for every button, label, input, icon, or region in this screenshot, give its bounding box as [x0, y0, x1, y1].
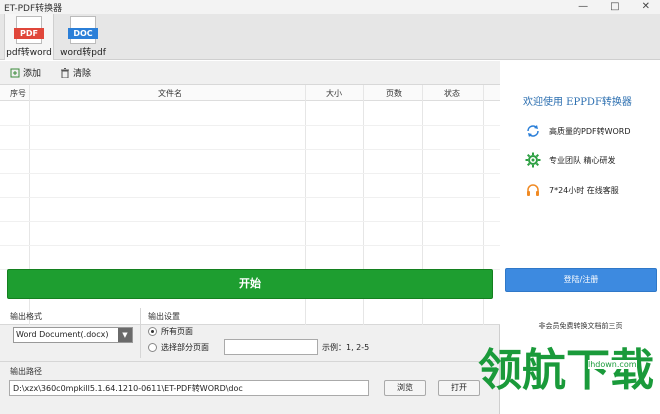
column-header-pages[interactable]: 页数: [386, 88, 402, 99]
row-line: [0, 125, 500, 126]
feature-text: 专业团队 精心研发: [549, 155, 616, 165]
clear-label: 清除: [73, 69, 92, 79]
column-header-filename[interactable]: 文件名: [158, 88, 182, 99]
maximize-button[interactable]: □: [610, 0, 619, 14]
ribbon: PDF pdf转word DOC word转pdf: [0, 14, 660, 60]
section-divider: [0, 361, 500, 362]
welcome-text: 欢迎使用 EPPDF转换器: [523, 97, 632, 108]
row-line: [0, 245, 500, 246]
output-format-select[interactable]: Word Document(.docx) ▼: [13, 327, 133, 343]
tab-pdf-to-word[interactable]: PDF pdf转word: [4, 14, 54, 60]
clear-button[interactable]: 清除: [60, 66, 91, 79]
close-button[interactable]: ✕: [642, 0, 650, 14]
add-button[interactable]: 添加: [10, 66, 41, 79]
open-button[interactable]: 打开: [438, 380, 480, 396]
add-label: 添加: [23, 69, 42, 79]
minimize-button[interactable]: —: [578, 0, 588, 14]
output-path-input[interactable]: D:\xzx\360c0mpkill5.1.64.1210-0611\ET-PD…: [9, 380, 369, 396]
refresh-icon: [527, 125, 539, 137]
feature-item: 7*24小时 在线客服: [525, 182, 619, 198]
watermark-text: 领航下载: [478, 345, 654, 396]
feature-text: 高质量的PDF转WORD: [549, 126, 631, 136]
radio-partial-pages-label: 选择部分页面: [161, 343, 209, 352]
window-controls: — □ ✕: [578, 0, 650, 14]
output-path-label: 输出路径: [10, 367, 42, 376]
row-line: [0, 197, 500, 198]
table-header: 序号 文件名 大小 页数 状态: [0, 85, 500, 101]
watermark-url: lhdown.com: [588, 360, 637, 369]
output-format-value: Word Document(.docx): [16, 330, 109, 339]
browse-button[interactable]: 浏览: [384, 380, 426, 396]
radio-dot[interactable]: [148, 343, 157, 352]
radio-dot-selected[interactable]: [148, 327, 157, 336]
gear-icon: [525, 152, 541, 168]
feature-item: 专业团队 精心研发: [525, 152, 616, 168]
toolbar: 添加 清除: [0, 61, 500, 85]
column-header-size[interactable]: 大小: [326, 88, 342, 99]
doc-file-icon: DOC: [68, 16, 98, 44]
page-range-input[interactable]: [224, 339, 318, 355]
main-panel: 添加 清除 序号 文件名 大小 页数 状态 开始 输出格式 Word Docum…: [0, 61, 500, 414]
feature-text: 7*24小时 在线客服: [549, 185, 619, 195]
start-button[interactable]: 开始: [7, 269, 493, 299]
row-line: [0, 173, 500, 174]
radio-partial-pages[interactable]: 选择部分页面: [148, 342, 209, 353]
column-header-index[interactable]: 序号: [10, 88, 26, 99]
login-register-button[interactable]: 登陆/注册: [505, 268, 657, 292]
radio-all-pages[interactable]: 所有页面: [148, 326, 193, 337]
output-format-label: 输出格式: [10, 312, 42, 321]
page-range-example: 示例：1, 2-5: [322, 343, 370, 352]
tab-word-to-pdf[interactable]: DOC word转pdf: [58, 14, 108, 60]
trash-icon: [61, 67, 69, 78]
row-line: [0, 149, 500, 150]
section-divider: [140, 308, 141, 358]
row-line: [0, 221, 500, 222]
column-header-status[interactable]: 状态: [444, 88, 460, 99]
tab-label: pdf转word: [6, 48, 52, 58]
radio-all-pages-label: 所有页面: [161, 327, 193, 336]
title-bar: ET-PDF转换器 — □ ✕: [0, 0, 660, 14]
tab-label: word转pdf: [60, 48, 106, 58]
chevron-down-icon[interactable]: ▼: [118, 328, 132, 342]
add-file-icon: [10, 68, 20, 77]
member-note: 非会员免费转换文档前三页: [538, 322, 623, 330]
watermark: 领航下载 lhdown.com: [478, 346, 654, 396]
doc-icon-label: DOC: [68, 28, 98, 39]
feature-item: 高质量的PDF转WORD: [525, 123, 631, 139]
pdf-icon-label: PDF: [14, 28, 44, 39]
headset-icon: [527, 184, 539, 196]
pdf-file-icon: PDF: [14, 16, 44, 44]
output-settings-label: 输出设置: [148, 312, 180, 321]
window-title: ET-PDF转换器: [4, 4, 63, 14]
output-path-value: D:\xzx\360c0mpkill5.1.64.1210-0611\ET-PD…: [13, 384, 243, 393]
